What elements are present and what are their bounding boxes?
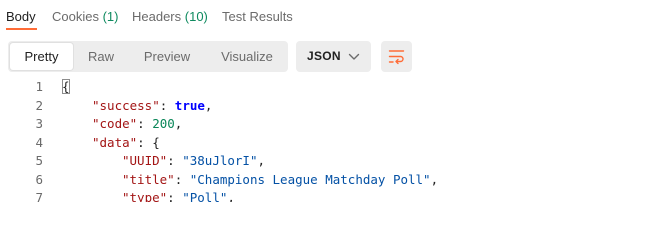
json-key: "code" <box>92 116 138 131</box>
tab-body[interactable]: Body <box>6 8 36 26</box>
code-line: 1{ <box>0 78 662 96</box>
json-string: "Poll" <box>182 190 228 202</box>
json-punctuation: : <box>159 97 175 113</box>
code-content: "success": true, <box>92 97 212 115</box>
tab-label: Test Results <box>222 9 293 24</box>
json-string: "38uJlorI" <box>182 153 258 168</box>
json-punctuation: { <box>62 79 70 94</box>
json-key: "UUID" <box>122 153 168 168</box>
json-punctuation: : { <box>137 134 160 150</box>
json-punctuation: : <box>167 190 183 202</box>
response-tabs: Body Cookies (1) Headers (10) Test Resul… <box>0 0 662 32</box>
response-panel: Body Cookies (1) Headers (10) Test Resul… <box>0 0 662 202</box>
json-key: "data" <box>92 134 138 150</box>
code-content: "data": { <box>92 134 160 152</box>
format-visualize-button[interactable]: Visualize <box>208 43 286 70</box>
format-raw-button[interactable]: Raw <box>76 43 126 70</box>
json-punctuation: , <box>430 171 439 187</box>
json-key: "type" <box>122 190 168 202</box>
line-number: 6 <box>35 171 43 187</box>
code-line: 2 "success": true, <box>0 97 662 115</box>
wrap-lines-button[interactable] <box>381 41 412 72</box>
code-line: 7 "type": "Poll", <box>0 189 662 202</box>
tab-count: (10) <box>184 9 208 24</box>
format-preview-button[interactable]: Preview <box>132 43 202 70</box>
json-key: "success" <box>92 97 160 113</box>
tab-cookies[interactable]: Cookies (1) <box>52 8 118 26</box>
line-number: 4 <box>35 134 43 150</box>
language-label: JSON <box>307 49 341 63</box>
json-punctuation: , <box>204 97 213 113</box>
code-content: "code": 200, <box>92 115 182 133</box>
tab-label: Headers <box>132 9 182 24</box>
json-punctuation: , <box>227 190 235 202</box>
json-number: 200 <box>152 116 175 131</box>
json-punctuation: : <box>167 153 183 168</box>
wrap-lines-icon <box>388 50 405 65</box>
chevron-down-icon <box>348 53 360 60</box>
code-line: 5 "UUID": "38uJlorI", <box>0 152 662 170</box>
tab-label: Body <box>6 9 36 24</box>
json-punctuation: , <box>257 153 266 168</box>
tab-headers[interactable]: Headers (10) <box>132 8 208 26</box>
json-punctuation: , <box>174 116 183 131</box>
json-string: "Champions League Matchday Poll" <box>189 171 431 187</box>
line-number: 1 <box>35 79 43 94</box>
format-selector: Pretty Raw Preview Visualize <box>8 41 288 72</box>
code-content: "type": "Poll", <box>122 189 235 202</box>
json-punctuation: : <box>174 171 190 187</box>
json-boolean: true <box>174 97 205 113</box>
tab-count: (1) <box>102 9 119 24</box>
active-tab-indicator <box>6 28 37 30</box>
code-content: { <box>62 78 70 96</box>
tab-label: Cookies <box>52 9 99 24</box>
line-number: 7 <box>35 190 43 202</box>
code-line: 3 "code": 200, <box>0 115 662 133</box>
line-number: 2 <box>35 97 43 113</box>
json-punctuation: : <box>137 116 153 131</box>
code-line: 6 "title": "Champions League Matchday Pol… <box>0 171 662 189</box>
line-number: 3 <box>35 116 43 131</box>
format-pretty-button[interactable]: Pretty <box>10 43 73 70</box>
json-key: "title" <box>122 171 175 187</box>
line-number: 5 <box>35 153 43 168</box>
language-dropdown[interactable]: JSON <box>296 41 371 72</box>
json-code-viewer[interactable]: 1{2 "success": true, 3 "code": 200, 4 "data":… <box>0 78 662 202</box>
code-content: "UUID": "38uJlorI", <box>122 152 265 170</box>
code-line: 4 "data": { <box>0 134 662 152</box>
code-content: "title": "Champions League Matchday Poll… <box>122 171 438 189</box>
tab-test-results[interactable]: Test Results <box>222 8 293 26</box>
